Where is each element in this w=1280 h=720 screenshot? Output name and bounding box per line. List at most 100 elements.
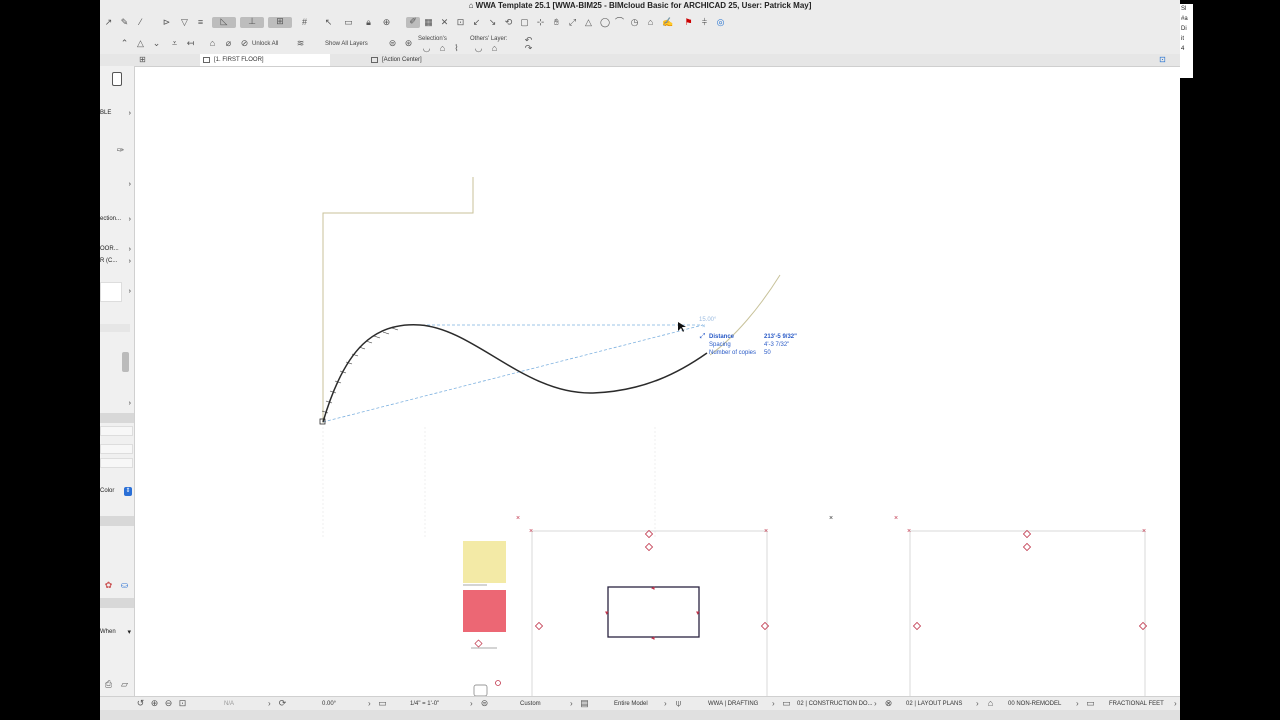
rotate-icon[interactable]: ⟲	[504, 18, 513, 27]
arrow-dl-icon[interactable]: ↙	[472, 18, 481, 27]
fence-icon[interactable]: ⫩	[700, 18, 709, 27]
tab-first-floor[interactable]: [1. FIRST FLOOR]	[200, 54, 330, 66]
lock-tiny-icon[interactable]: ⌂	[438, 44, 447, 53]
layers-stack-icon[interactable]: ≋	[296, 39, 305, 48]
cross-icon[interactable]: ✕	[440, 18, 449, 27]
tab-action-center[interactable]: [Action Center]	[368, 54, 502, 66]
cursor-icon[interactable]: ↖	[324, 18, 333, 27]
scale-icon[interactable]: ▭	[378, 699, 387, 708]
toggle-switch[interactable]	[122, 352, 129, 372]
redo-icon[interactable]: ↷	[524, 44, 533, 53]
view-set-field[interactable]: 02 | CONSTRUCTION DO...	[797, 697, 873, 711]
snap-icon[interactable]: ⊞	[268, 17, 292, 28]
unlock-all-button[interactable]: Unlock All	[252, 41, 278, 47]
layout-icon[interactable]: ⊗	[884, 699, 893, 708]
dimension-field[interactable]: FRACTIONAL FEET	[1109, 697, 1164, 711]
navigator-icon[interactable]: ⊡	[1158, 56, 1167, 65]
zoom-out-icon[interactable]: ⊖	[164, 699, 173, 708]
guideline-icon[interactable]: ⊥	[240, 17, 264, 28]
grid-icon[interactable]: #	[300, 18, 309, 27]
infobox-row-1[interactable]: BLE ›	[100, 109, 134, 118]
hand-icon[interactable]: ✋︎	[552, 18, 561, 27]
stretch-icon[interactable]: ⤢	[568, 18, 577, 27]
globe-icon[interactable]: ◎	[716, 18, 725, 27]
flag-icon[interactable]: ⚑	[684, 18, 693, 27]
pen-tiny-icon[interactable]: ⌇	[452, 44, 461, 53]
triangle-small-icon[interactable]: △	[136, 39, 145, 48]
fit-window-icon[interactable]: ⊡	[178, 699, 187, 708]
dimension-icon[interactable]: ▭	[1086, 699, 1095, 708]
triangle-icon[interactable]: ▽	[180, 18, 189, 27]
show-all-layers-button[interactable]: Show All Layers	[325, 41, 368, 47]
dropdown-2[interactable]	[100, 444, 133, 454]
layout-field[interactable]: 02 | LAYOUT PLANS	[906, 697, 962, 711]
renovation-field[interactable]: 00 NON-REMODEL	[1008, 697, 1061, 711]
infobox-row-empty[interactable]: ›	[100, 180, 134, 189]
infobox-row-empty-3[interactable]: ›	[100, 399, 134, 408]
arrow-down-small-icon[interactable]: ⌄	[152, 39, 161, 48]
trace-icon[interactable]: ✐	[406, 17, 420, 28]
palette-icon[interactable]: ✿	[104, 581, 113, 590]
eye-others-icon[interactable]: ◡	[474, 44, 483, 53]
arrow-icon[interactable]: ↗	[104, 18, 113, 27]
hamburger-icon[interactable]: ≡	[196, 18, 205, 27]
scale-field[interactable]: 1/4" = 1'-0"	[410, 697, 439, 711]
view-set-icon[interactable]: ▭	[782, 699, 791, 708]
unlock-all-icon[interactable]: ⊘	[240, 39, 249, 48]
stepper-icon[interactable]: ⇕	[124, 487, 132, 496]
infobox-row-color[interactable]: Color ⇕	[100, 487, 134, 496]
table-icon[interactable]: ▦	[424, 18, 433, 27]
element-preview-icon[interactable]	[112, 72, 122, 86]
move-icon[interactable]: ⊹	[536, 18, 545, 27]
layers-icon[interactable]: ⊕	[382, 18, 391, 27]
undo-view-icon[interactable]: ↺	[136, 699, 145, 708]
layer-combo-icon[interactable]: ⍦	[674, 699, 683, 708]
layer-combo-field[interactable]: WWA | DRAFTING	[708, 697, 758, 711]
floor-plan-canvas[interactable]: × × × × × × × × ◂ ◂ ▾ ▾ 15.00° ⤢ Distance 213'-5 9/…	[135, 67, 1180, 702]
image-icon[interactable]: ▱	[120, 680, 129, 689]
infobox-row-3[interactable]: OOR... ›	[100, 245, 134, 254]
triangle-up-icon[interactable]: △	[584, 18, 593, 27]
rotate-view-icon[interactable]: ⟳	[278, 699, 287, 708]
infobox-row-4[interactable]: R (C... ›	[100, 257, 134, 266]
edit-doc-icon[interactable]: ✍	[662, 18, 673, 27]
angle-field[interactable]: 0.00°	[322, 697, 336, 711]
eyedropper-icon[interactable]: ⁄	[136, 18, 145, 27]
pen-set-field[interactable]: Custom	[520, 697, 541, 711]
ruler-angle-icon[interactable]: ◺	[212, 17, 236, 28]
pen-set-icon[interactable]: ⊜	[480, 699, 489, 708]
model-view-icon[interactable]: ▤	[580, 699, 589, 708]
infobox-row-when[interactable]: When ▾	[100, 628, 134, 637]
unlock-icon[interactable]: ⌀	[224, 39, 233, 48]
print-icon[interactable]: ⎙	[104, 680, 113, 689]
grid-view-icon[interactable]: ⊞	[138, 56, 147, 65]
arrow-dr-icon[interactable]: ↘	[488, 18, 497, 27]
pencil-icon[interactable]: ✎	[120, 18, 129, 27]
square-icon[interactable]: ▢	[520, 18, 529, 27]
lock-others-icon[interactable]: ⌂	[490, 44, 499, 53]
arrow-v-icon[interactable]: ⩡	[170, 39, 179, 48]
arrow-up-icon[interactable]: ⌃	[120, 39, 129, 48]
marquee-icon[interactable]: ▭	[344, 18, 353, 27]
house-icon[interactable]: ⌂	[646, 18, 655, 27]
circle-icon[interactable]: ◯	[600, 18, 610, 27]
renovation-icon[interactable]: ⌂	[986, 699, 995, 708]
fit-icon[interactable]: ⊡	[456, 18, 465, 27]
drawing-svg[interactable]: × × × × × × × × ◂ ◂ ▾ ▾	[135, 67, 1180, 702]
lock-small-icon[interactable]: ⌂	[208, 39, 217, 48]
fill-icon[interactable]: ⛀	[120, 581, 129, 590]
zoom-in-icon[interactable]: ⊕	[150, 699, 159, 708]
eye-icon[interactable]: ◡	[422, 44, 431, 53]
mirror-icon[interactable]: ⊳	[162, 18, 171, 27]
brush-icon[interactable]: ✑	[116, 146, 125, 155]
dropdown-3[interactable]	[100, 458, 133, 468]
model-view-field[interactable]: Entire Model	[614, 697, 648, 711]
flip-icon[interactable]: ⌒	[615, 18, 624, 27]
infobox-row-empty-2[interactable]: ›	[100, 287, 134, 296]
layer-icon-1[interactable]: ⊜	[388, 39, 397, 48]
arrow-left-icon[interactable]: ↤	[186, 39, 195, 48]
dropdown-1[interactable]	[100, 426, 133, 436]
layer-icon-2[interactable]: ⊛	[404, 39, 413, 48]
infobox-row-2[interactable]: ection... ›	[100, 215, 134, 224]
lock-icon[interactable]: 🔒︎	[364, 18, 373, 27]
